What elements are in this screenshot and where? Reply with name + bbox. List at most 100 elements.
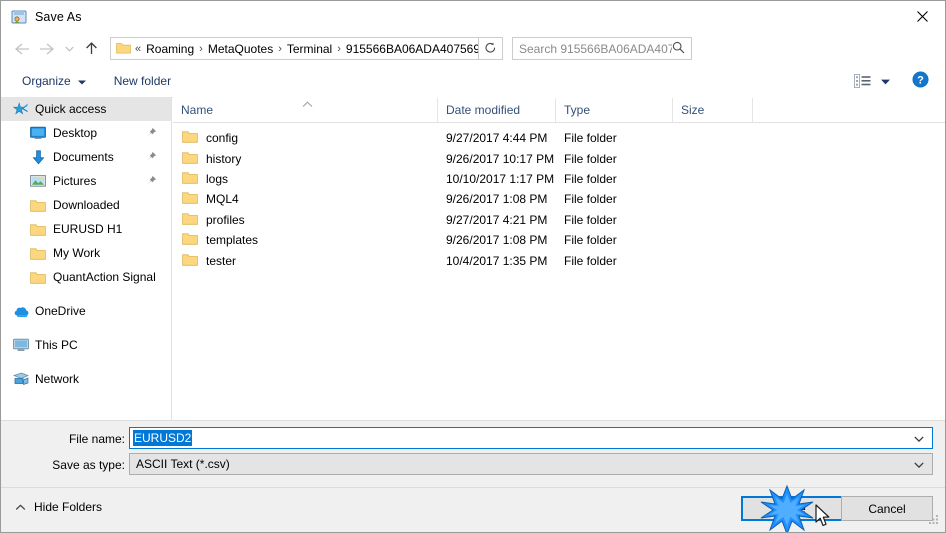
file-rows-container[interactable]: config 9/27/2017 4:44 PM File folder histor… (173, 123, 945, 271)
folder-icon (182, 171, 198, 187)
chevron-down-icon (77, 74, 86, 88)
sidebar-item-my-work[interactable]: My Work (1, 241, 171, 265)
save-as-type-label: Save as type: (52, 458, 125, 472)
file-date-modified: 9/26/2017 1:08 PM (446, 233, 548, 248)
up-button[interactable] (78, 36, 104, 62)
sidebar-item-network[interactable]: Network (1, 367, 171, 391)
file-row[interactable]: profiles 9/27/2017 4:21 PM File folder (173, 210, 945, 230)
forward-button[interactable] (34, 36, 60, 62)
sidebar-item-downloaded[interactable]: Downloaded (1, 193, 171, 217)
sidebar-item-eurusd-h1[interactable]: EURUSD H1 (1, 217, 171, 241)
file-name-input[interactable]: EURUSD2 (129, 427, 933, 449)
details-view-icon[interactable] (854, 74, 871, 88)
sidebar-item-onedrive[interactable]: OneDrive (1, 299, 171, 323)
breadcrumb-address-bar[interactable]: « Roaming › MetaQuotes › Terminal › 9155… (110, 37, 479, 60)
file-name: profiles (173, 212, 438, 228)
file-date-modified: 9/26/2017 10:17 PM (446, 151, 555, 166)
pictures-icon (30, 173, 46, 189)
search-input[interactable]: Search 915566BA06ADA40756... (512, 37, 692, 60)
save-button-label: Save (778, 501, 806, 516)
file-name: MQL4 (173, 191, 438, 207)
chevron-down-icon[interactable] (914, 457, 924, 471)
file-name-text: tester (206, 253, 237, 268)
column-header-type[interactable]: Type (556, 97, 673, 122)
file-date-modified: 9/26/2017 1:08 PM (446, 192, 548, 207)
file-name-label: File name: (68, 432, 125, 446)
chevron-down-icon[interactable] (914, 431, 924, 445)
file-type: File folder (564, 171, 617, 186)
file-row[interactable]: templates 9/26/2017 1:08 PM File folder (173, 230, 945, 250)
svg-text:?: ? (917, 75, 924, 87)
pin-icon[interactable] (146, 175, 157, 189)
column-header-date-modified[interactable]: Date modified (438, 97, 556, 122)
sidebar-item-pictures[interactable]: Pictures (1, 169, 171, 193)
file-name-text: logs (206, 171, 229, 186)
sidebar-item-desktop[interactable]: Desktop (1, 121, 171, 145)
save-button[interactable]: Save (741, 496, 843, 521)
sidebar-item-quantaction-signal[interactable]: QuantAction Signal (1, 265, 171, 289)
file-row[interactable]: MQL4 9/26/2017 1:08 PM File folder (173, 189, 945, 209)
pin-icon[interactable] (146, 127, 157, 141)
onedrive-icon (13, 303, 29, 319)
file-row[interactable]: logs 10/10/2017 1:17 PM File folder (173, 169, 945, 189)
file-row[interactable]: tester 10/4/2017 1:35 PM File folder (173, 250, 945, 270)
help-icon[interactable]: ? (912, 71, 929, 91)
breadcrumb-item-terminal[interactable]: Terminal (283, 42, 336, 56)
navigation-sidebar[interactable]: Quick access Desktop Documents Pictures Down… (1, 97, 172, 420)
search-icon (672, 41, 685, 57)
file-row[interactable]: config 9/27/2017 4:44 PM File folder (173, 128, 945, 148)
save-form-area: File name: EURUSD2 Save as type: ASCII T… (1, 420, 945, 488)
breadcrumb-item-guid[interactable]: 915566BA06ADA407569C544CC0D97611 (342, 42, 478, 56)
breadcrumb-item-roaming[interactable]: Roaming (142, 42, 198, 56)
pin-icon[interactable] (146, 151, 157, 165)
cancel-button[interactable]: Cancel (841, 496, 933, 521)
folder-icon (30, 269, 46, 285)
sort-ascending-icon (301, 97, 314, 111)
file-name: templates (173, 232, 438, 248)
new-folder-button[interactable]: New folder (107, 69, 178, 93)
recent-locations-button[interactable] (60, 36, 78, 62)
sidebar-item-label: Pictures (53, 174, 97, 188)
back-button[interactable] (8, 36, 34, 62)
file-row[interactable]: history 9/26/2017 10:17 PM File folder (173, 148, 945, 168)
organize-button[interactable]: Organize (15, 69, 93, 93)
folder-icon (182, 232, 198, 248)
breadcrumb-prefix: « (135, 42, 142, 55)
file-type: File folder (564, 212, 617, 227)
sidebar-item-label: Network (35, 372, 80, 386)
file-date-modified: 9/27/2017 4:21 PM (446, 212, 548, 227)
folder-icon (182, 212, 198, 228)
file-type: File folder (564, 253, 617, 268)
sidebar-item-label: OneDrive (35, 304, 86, 318)
sidebar-item-documents[interactable]: Documents (1, 145, 171, 169)
column-header-row: Name Date modified Type Size (173, 97, 945, 123)
chevron-down-icon[interactable] (881, 74, 890, 88)
folder-icon (30, 197, 46, 213)
folder-icon (30, 245, 46, 261)
breadcrumb-item-metaquotes[interactable]: MetaQuotes (204, 42, 277, 56)
file-name-text: profiles (206, 212, 245, 227)
sidebar-item-label: My Work (53, 246, 101, 260)
refresh-button[interactable] (479, 37, 503, 60)
folder-icon (182, 130, 198, 146)
file-list-pane[interactable]: Name Date modified Type Size config 9/27/… (173, 97, 945, 420)
file-type: File folder (564, 192, 617, 207)
column-header-size[interactable]: Size (673, 97, 753, 122)
sidebar-item-label: Desktop (53, 126, 98, 140)
sidebar-item-this-pc[interactable]: This PC (1, 333, 171, 357)
file-name-text: MQL4 (206, 192, 239, 207)
sidebar-item-quick-access[interactable]: Quick access (1, 97, 171, 121)
save-as-type-select[interactable]: ASCII Text (*.csv) (129, 453, 933, 475)
file-type: File folder (564, 151, 617, 166)
close-button[interactable] (899, 1, 945, 31)
hide-folders-button[interactable]: Hide Folders (15, 500, 102, 514)
sidebar-item-label: QuantAction Signal (53, 270, 156, 284)
toolbar-right-group: ? (854, 71, 945, 91)
title-bar: Save As (1, 1, 945, 32)
file-name: config (173, 130, 438, 146)
file-name-text: templates (206, 233, 259, 248)
command-toolbar: Organize New folder ? (1, 65, 945, 98)
